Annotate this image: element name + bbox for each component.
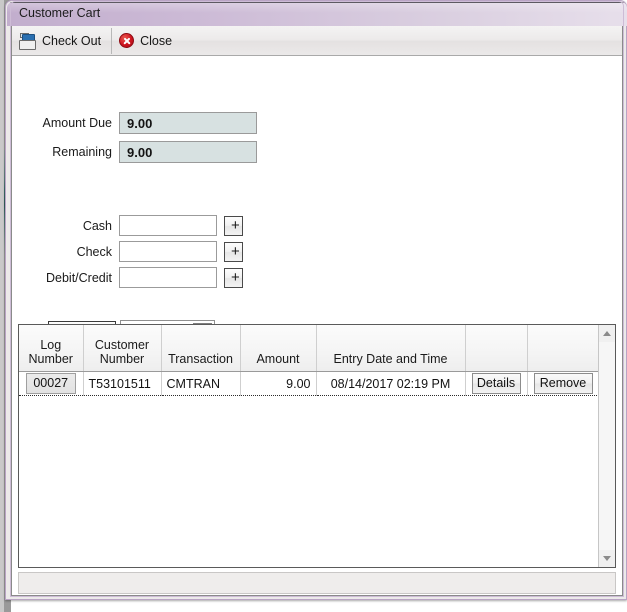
column-header-line1: Amount	[256, 352, 300, 366]
amount-due-label: Amount Due	[42, 116, 112, 130]
debit-credit-add-button[interactable]: +	[224, 267, 243, 288]
close-circle-icon	[119, 33, 135, 48]
transaction-grid: Log Number Customer Number Transaction A…	[18, 324, 616, 568]
background-edge	[0, 0, 4, 612]
cell-details[interactable]: Details	[465, 371, 528, 396]
debit-credit-input[interactable]	[119, 267, 217, 288]
customer-cart-window: Customer Cart Check Out Close Amount Due…	[5, 0, 627, 600]
toolbar-separator	[111, 27, 113, 54]
log-number-chip[interactable]: 00027	[26, 373, 76, 394]
check-label: Check	[76, 244, 112, 259]
remove-button[interactable]: Remove	[533, 373, 593, 394]
cash-input[interactable]	[119, 215, 217, 236]
close-button[interactable]: Close	[113, 27, 181, 55]
check-out-button[interactable]: Check Out	[12, 27, 110, 55]
cash-label: Cash	[82, 218, 112, 233]
cash-add-button[interactable]: +	[224, 215, 243, 236]
cell-remove[interactable]: Remove	[527, 371, 598, 396]
column-header-line1: Entry Date and Time	[333, 352, 448, 366]
check-row: Check +	[20, 241, 243, 262]
payment-form-pane: Amount Due 9.00 Remaining 9.00 Cash + Ch…	[12, 56, 622, 345]
window-title-bar[interactable]: Customer Cart	[7, 2, 627, 26]
close-button-label: Close	[140, 33, 173, 48]
window-client-area: Check Out Close Amount Due 9.00 Remainin…	[11, 26, 623, 596]
scroll-down-arrow-icon[interactable]	[599, 550, 615, 567]
column-header-entry-date-time[interactable]: Entry Date and Time	[316, 325, 466, 372]
transaction-table: Log Number Customer Number Transaction A…	[19, 325, 598, 396]
cell-entry-date-time[interactable]: 08/14/2017 02:19 PM	[316, 371, 466, 396]
column-header-amount[interactable]: Amount	[240, 325, 317, 372]
column-header-customer-number[interactable]: Customer Number	[83, 325, 162, 372]
cell-customer-number[interactable]: T53101511	[83, 371, 162, 396]
column-header-line1: Log	[40, 338, 62, 352]
cash-row: Cash +	[20, 215, 243, 236]
column-header-line1: Customer	[94, 338, 150, 352]
check-out-button-label: Check Out	[42, 33, 102, 48]
column-header-transaction[interactable]: Transaction	[161, 325, 241, 372]
remaining-value: 9.00	[119, 141, 257, 163]
column-header-log-number[interactable]: Log Number	[19, 325, 84, 372]
toolbar: Check Out Close	[12, 26, 622, 56]
debit-credit-row: Debit/Credit +	[20, 267, 243, 288]
column-header-details[interactable]	[465, 325, 528, 372]
cash-register-icon	[18, 32, 36, 50]
details-button[interactable]: Details	[471, 373, 521, 394]
table-header-row: Log Number Customer Number Transaction A…	[19, 325, 598, 372]
column-header-line1: Transaction	[168, 352, 233, 366]
amount-due-row: Amount Due 9.00	[20, 112, 257, 134]
column-header-remove[interactable]	[527, 325, 598, 372]
cell-transaction[interactable]: CMTRAN	[161, 371, 241, 396]
column-header-line2: Number	[28, 352, 73, 366]
page-title: Customer Cart	[19, 6, 101, 20]
table-row[interactable]: 00027 T53101511 CMTRAN 9.00 08/14/2017 0…	[19, 371, 598, 396]
grid-vertical-scrollbar[interactable]	[598, 325, 615, 567]
remaining-label: Remaining	[52, 145, 112, 159]
scroll-up-arrow-icon[interactable]	[599, 325, 615, 342]
check-add-button[interactable]: +	[224, 241, 243, 262]
status-bar	[18, 572, 616, 594]
cell-amount[interactable]: 9.00	[240, 371, 317, 396]
cell-log-number[interactable]: 00027	[19, 371, 84, 396]
remaining-row: Remaining 9.00	[20, 141, 257, 163]
check-input[interactable]	[119, 241, 217, 262]
debit-credit-label: Debit/Credit	[46, 270, 112, 285]
amount-due-value: 9.00	[119, 112, 257, 134]
transaction-grid-body: Log Number Customer Number Transaction A…	[19, 325, 598, 567]
scrollbar-track[interactable]	[599, 342, 615, 550]
column-header-line2: Number	[99, 352, 145, 366]
